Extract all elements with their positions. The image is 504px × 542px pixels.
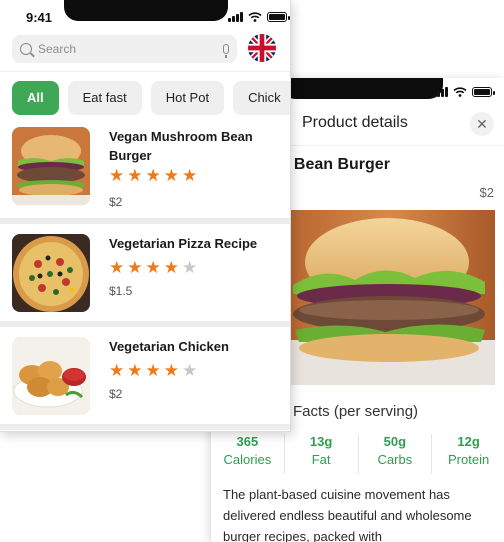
product-description: The plant-based cuisine movement has del… — [223, 487, 472, 542]
nutrition-title: Facts (per serving) — [293, 403, 419, 420]
star-icon: ★ — [109, 258, 125, 277]
product-name: Vegetarian Chicken — [109, 339, 229, 354]
star-icon: ★ — [163, 258, 179, 277]
wifi-icon — [248, 12, 262, 22]
nutrition-label: Carbs — [377, 452, 413, 467]
list-item[interactable]: Vegetarian Pizza Recipe ★ ★ ★ ★ ★ $1.5 — [0, 224, 290, 327]
category-chip-chicken[interactable]: Chick — [233, 81, 290, 115]
star-icon: ★ — [145, 166, 161, 185]
star-icon: ★ — [163, 166, 179, 185]
category-chip-hot-pot[interactable]: Hot Pot — [150, 81, 225, 115]
list-item[interactable]: Vegan Mushroom Bean Burger ★ ★ ★ ★ ★ $2 — [0, 121, 290, 224]
rating-stars: ★ ★ ★ ★ ★ — [109, 259, 197, 276]
close-icon: ✕ — [476, 116, 488, 132]
nuggets-thumbnail — [12, 337, 90, 415]
star-empty-icon: ★ — [182, 258, 198, 277]
product-name: Vegetarian Pizza Recipe — [109, 236, 258, 251]
wifi-icon — [453, 87, 467, 97]
microphone-icon[interactable] — [223, 44, 229, 58]
burger-thumbnail — [12, 127, 90, 205]
battery-icon — [267, 12, 290, 22]
product-list-screen: 9:41 All Ea — [0, 0, 291, 432]
status-time: 9:41 — [26, 10, 53, 25]
rating-stars: ★ ★ ★ ★ ★ — [109, 167, 197, 184]
signal-icon — [433, 87, 448, 97]
star-icon: ★ — [182, 166, 198, 185]
battery-icon — [472, 87, 495, 97]
search-icon — [20, 43, 32, 55]
burger-hero-image — [285, 210, 495, 385]
nutrition-label: Calories — [223, 452, 272, 467]
detail-price: $2 — [479, 185, 494, 200]
category-chip-eat-fast[interactable]: Eat fast — [67, 81, 142, 115]
product-list: Vegan Mushroom Bean Burger ★ ★ ★ ★ ★ $2 — [0, 121, 290, 430]
star-icon: ★ — [127, 166, 143, 185]
product-price: $2 — [109, 195, 123, 209]
category-chips: All Eat fast Hot Pot Chick — [12, 81, 290, 115]
search-input[interactable] — [38, 42, 223, 56]
nutrition-label: Protein — [448, 452, 490, 467]
divider — [0, 71, 290, 72]
product-price: $1.5 — [109, 284, 133, 298]
star-icon: ★ — [145, 258, 161, 277]
close-button[interactable]: ✕ — [470, 112, 494, 136]
star-icon: ★ — [163, 361, 179, 380]
uk-flag-icon[interactable] — [248, 34, 276, 62]
star-icon: ★ — [145, 361, 161, 380]
nutrition-value: 13g — [309, 434, 333, 449]
nutrition-value: 50g — [383, 434, 407, 449]
product-price: $2 — [109, 387, 123, 401]
nutrition-value: 12g — [457, 434, 480, 449]
phone-notch — [281, 78, 443, 99]
nutrition-calories: 365 Calories — [211, 434, 285, 474]
star-empty-icon: ★ — [182, 361, 198, 380]
category-chip-all[interactable]: All — [12, 81, 59, 115]
status-icons — [228, 12, 290, 22]
pizza-thumbnail — [12, 234, 90, 312]
star-icon: ★ — [127, 361, 143, 380]
list-item[interactable]: Vegetarian Chicken ★ ★ ★ ★ ★ $2 — [0, 327, 290, 430]
star-icon: ★ — [109, 166, 125, 185]
star-icon: ★ — [109, 361, 125, 380]
product-name: Vegan Mushroom Bean Burger — [109, 129, 253, 163]
star-icon: ★ — [127, 258, 143, 277]
nutrition-fat: 13g Fat — [285, 434, 359, 474]
detail-title: Product details — [302, 114, 408, 131]
nutrition-label: Fat — [311, 452, 331, 467]
app-showcase: Product details ✕ ushroom Bean Burger ★★… — [0, 0, 504, 542]
nutrition-carbs: 50g Carbs — [359, 434, 433, 474]
phone-notch — [64, 0, 228, 21]
rating-stars: ★ ★ ★ ★ ★ — [109, 362, 197, 379]
nutrition-row: 365 Calories 13g Fat 50g Carbs 12g Prote… — [211, 434, 504, 474]
status-icons — [433, 87, 495, 97]
nutrition-protein: 12g Protein — [432, 434, 504, 474]
signal-icon — [228, 12, 243, 22]
search-bar[interactable] — [12, 35, 237, 63]
nutrition-value: 365 — [236, 434, 259, 449]
